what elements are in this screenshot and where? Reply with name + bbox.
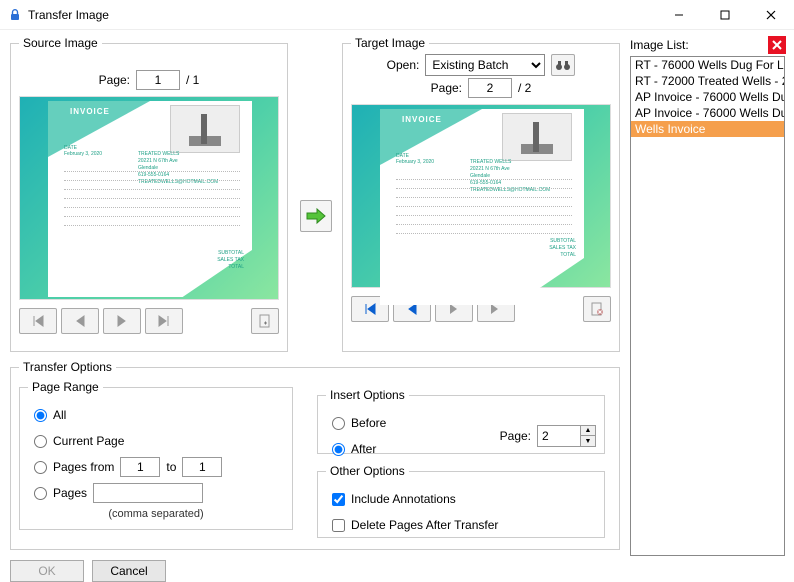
page-range-legend: Page Range xyxy=(28,380,103,394)
page-range-group: Page Range All Current Page Pages from t… xyxy=(19,380,293,530)
source-add-page-button[interactable] xyxy=(251,308,279,334)
image-list[interactable]: RT - 76000 Wells Dug For Less - 20RT - 7… xyxy=(630,56,785,556)
source-page-input[interactable] xyxy=(136,70,180,90)
source-nav-prev[interactable] xyxy=(61,308,99,334)
delete-after-transfer[interactable]: Delete Pages After Transfer xyxy=(332,514,596,536)
target-page-input[interactable] xyxy=(468,78,512,98)
insert-options-legend: Insert Options xyxy=(326,388,409,402)
spin-down-icon[interactable]: ▼ xyxy=(581,436,595,446)
source-nav-last[interactable] xyxy=(145,308,183,334)
source-nav-next[interactable] xyxy=(103,308,141,334)
image-list-close-button[interactable] xyxy=(768,36,786,54)
lock-icon xyxy=(8,8,22,22)
binoculars-icon[interactable] xyxy=(551,54,575,76)
page-range-current[interactable]: Current Page xyxy=(34,430,284,452)
image-list-item[interactable]: AP Invoice - 76000 Wells Dug For L xyxy=(631,89,784,105)
image-list-item[interactable]: AP Invoice - 76000 Wells Dug For L xyxy=(631,105,784,121)
page-range-pages[interactable]: Pages xyxy=(34,482,284,504)
spin-up-icon[interactable]: ▲ xyxy=(581,426,595,436)
page-range-pages-input[interactable] xyxy=(93,483,203,503)
maximize-button[interactable] xyxy=(702,0,748,30)
ok-button[interactable]: OK xyxy=(10,560,84,582)
page-range-hint: (comma separated) xyxy=(28,508,284,520)
transfer-options-legend: Transfer Options xyxy=(19,360,116,374)
page-range-from[interactable]: Pages from to xyxy=(34,456,284,478)
other-options-group: Other Options Include Annotations Delete… xyxy=(317,464,605,538)
target-page-label: Page: xyxy=(431,81,462,95)
target-open-label: Open: xyxy=(387,58,420,72)
insert-page-input[interactable] xyxy=(538,426,580,446)
insert-options-group: Insert Options Before After Page: xyxy=(317,388,605,454)
page-range-all[interactable]: All xyxy=(34,404,284,426)
insert-page-spinner[interactable]: ▲▼ xyxy=(537,425,596,447)
target-remove-page-button[interactable] xyxy=(583,296,611,322)
page-range-from-input[interactable] xyxy=(120,457,160,477)
cancel-button[interactable]: Cancel xyxy=(92,560,166,582)
source-preview-heading: INVOICE xyxy=(70,107,110,116)
insert-before[interactable]: Before xyxy=(332,412,500,434)
target-preview-heading: INVOICE xyxy=(402,115,442,124)
source-preview: INVOICE DATEFebruary 3, 2020 TREATED WEL… xyxy=(19,96,279,300)
target-image-group: Target Image Open: Existing Batch Page: … xyxy=(342,36,620,352)
minimize-button[interactable] xyxy=(656,0,702,30)
target-open-select[interactable]: Existing Batch xyxy=(425,54,545,76)
other-options-legend: Other Options xyxy=(326,464,409,478)
target-legend: Target Image xyxy=(351,36,429,50)
source-page-label: Page: xyxy=(99,73,130,87)
transfer-options-group: Transfer Options Page Range All Current … xyxy=(10,360,620,550)
image-list-item[interactable]: Wells Invoice xyxy=(631,121,784,137)
include-annotations[interactable]: Include Annotations xyxy=(332,488,596,510)
titlebar: Transfer Image xyxy=(0,0,794,30)
window-title: Transfer Image xyxy=(28,8,109,22)
page-range-to-input[interactable] xyxy=(182,457,222,477)
transfer-arrow-button[interactable] xyxy=(300,200,332,232)
source-page-total: / 1 xyxy=(186,73,199,87)
close-button[interactable] xyxy=(748,0,794,30)
source-nav-first[interactable] xyxy=(19,308,57,334)
target-preview: INVOICE DATEFebruary 3, 2020 TREATED WEL… xyxy=(351,104,611,288)
source-legend: Source Image xyxy=(19,36,102,50)
target-page-total: / 2 xyxy=(518,81,531,95)
insert-page-label: Page: xyxy=(500,429,531,443)
insert-after[interactable]: After xyxy=(332,438,500,460)
source-image-group: Source Image Page: / 1 INVOICE DATEFebru… xyxy=(10,36,288,352)
image-list-label: Image List: xyxy=(630,38,689,52)
image-list-item[interactable]: RT - 76000 Wells Dug For Less - 20 xyxy=(631,57,784,73)
image-list-item[interactable]: RT - 72000 Treated Wells - 2020-F xyxy=(631,73,784,89)
